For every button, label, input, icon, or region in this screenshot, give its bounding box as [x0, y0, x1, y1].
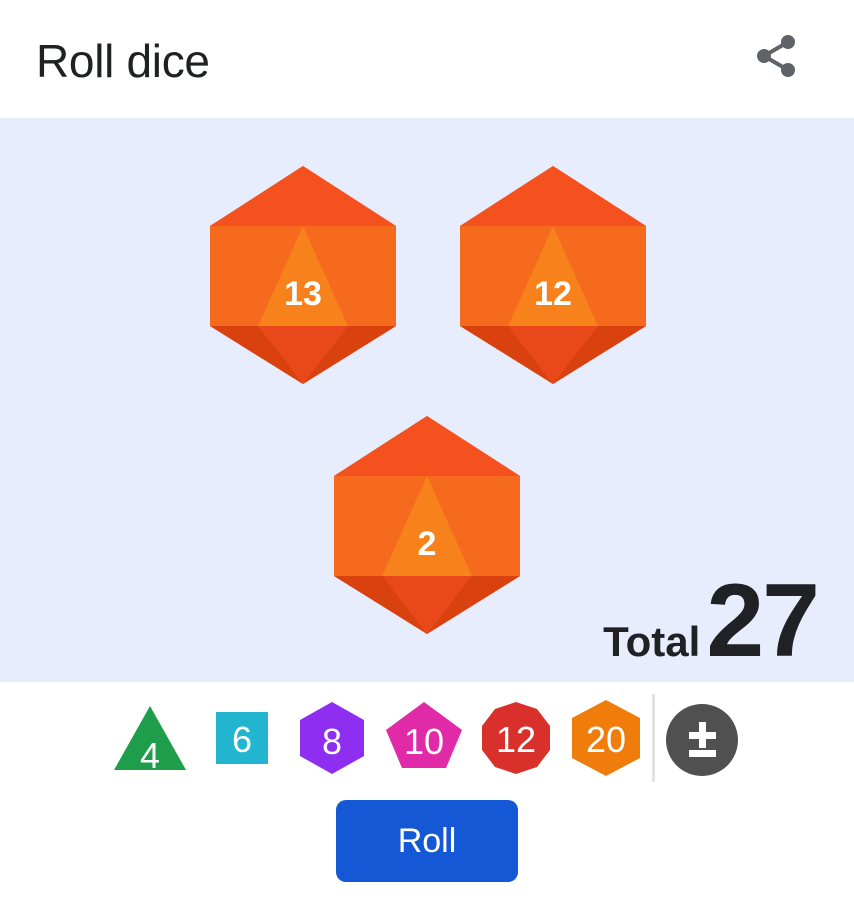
d20-die[interactable]: 2	[332, 416, 522, 636]
add-d12-button[interactable]: 12	[478, 700, 554, 776]
die-type-label: 12	[495, 719, 537, 760]
share-icon[interactable]	[750, 30, 802, 82]
add-d10-button[interactable]: 10	[386, 700, 462, 776]
modifier-button[interactable]	[664, 702, 740, 778]
roll-button[interactable]: Roll	[336, 800, 518, 882]
die-value: 13	[284, 275, 322, 313]
dice-picker: 4 6 8 10 12 20 Roll	[0, 682, 854, 900]
die-value: 2	[417, 525, 437, 563]
picker-divider	[652, 694, 655, 782]
total-value: 27	[706, 563, 820, 679]
add-d6-button[interactable]: 6	[204, 700, 280, 776]
total-label: Total	[603, 618, 701, 665]
add-d4-button[interactable]: 4	[112, 700, 188, 776]
add-d20-button[interactable]: 20	[568, 700, 644, 776]
die-type-label: 6	[231, 719, 253, 760]
dice-tray: 13 12 2 Total 27	[0, 118, 854, 682]
d20-die[interactable]: 13	[208, 166, 398, 386]
total-display: Total 27	[603, 563, 820, 679]
die-type-label: 20	[585, 719, 627, 760]
die-type-label: 8	[321, 721, 343, 762]
die-value: 12	[534, 275, 572, 313]
header: Roll dice	[0, 0, 854, 118]
die-type-label: 4	[139, 735, 161, 776]
d20-die[interactable]: 12	[458, 166, 648, 386]
page-title: Roll dice	[36, 35, 210, 87]
add-d8-button[interactable]: 8	[294, 700, 370, 776]
die-type-label: 10	[403, 721, 445, 762]
plus-minus-icon	[666, 704, 738, 776]
